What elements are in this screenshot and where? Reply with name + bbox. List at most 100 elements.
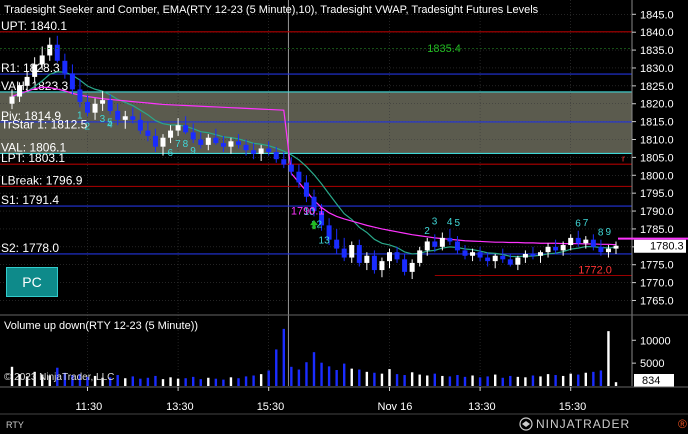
- volume-bar: [131, 376, 134, 386]
- volume-bar: [207, 377, 210, 386]
- price-tick-label: 1845.0: [640, 9, 674, 21]
- price-tick-label: 1815.0: [640, 117, 674, 129]
- volume-bar: [184, 378, 187, 386]
- volume-bar: [554, 375, 557, 386]
- price-tick-label: 1785.0: [640, 224, 674, 236]
- volume-bar: [546, 374, 550, 386]
- volume-bar: [350, 368, 353, 386]
- price-tick-label: 1810.0: [640, 135, 674, 147]
- seeker-count: 6: [168, 148, 174, 159]
- seeker-count: 5: [107, 117, 113, 128]
- price-chart[interactable]: UPT: 1840.1R1: 1828.3VAH: 1823.3Piv: 181…: [0, 0, 688, 434]
- symbol-label: RTY: [6, 420, 24, 430]
- price-tick-label: 1790.0: [640, 206, 674, 218]
- candle-body: [553, 246, 559, 251]
- level-label: S2: 1778.0: [1, 241, 59, 255]
- price-tick-label: 1825.0: [640, 81, 674, 93]
- candle-body: [9, 96, 15, 104]
- candle-body: [349, 245, 355, 258]
- chart-title: Tradesight Seeker and Comber, EMA(RTY 12…: [4, 4, 539, 16]
- volume-bar: [222, 379, 225, 386]
- volume-bar: [388, 369, 391, 386]
- candle-body: [515, 257, 521, 265]
- candle-body: [47, 44, 53, 56]
- level-end-mark: r: [622, 154, 625, 164]
- candle-body: [258, 148, 264, 154]
- volume-bar: [509, 375, 512, 386]
- volume-bar: [539, 376, 542, 386]
- candle-body: [168, 130, 174, 138]
- volume-bar: [456, 375, 459, 386]
- volume-bar: [592, 371, 595, 386]
- time-tick-label: Nov 16: [378, 401, 413, 413]
- volume-bar: [463, 376, 467, 386]
- volume-bar: [501, 377, 504, 386]
- candle-body: [296, 171, 302, 183]
- seeker-count: 5: [454, 218, 460, 229]
- candle-body: [77, 89, 83, 102]
- candle-body: [439, 237, 445, 247]
- volume-bar: [252, 375, 255, 386]
- volume-tick-label: 10000: [640, 335, 671, 347]
- candle-body: [334, 239, 340, 249]
- candle-body: [575, 237, 581, 244]
- volume-bar: [614, 382, 618, 386]
- candle-body: [379, 261, 385, 271]
- candle-body: [492, 255, 498, 262]
- candle-body: [470, 252, 476, 256]
- volume-bar: [569, 373, 572, 386]
- candle-body: [364, 255, 370, 263]
- volume-bar: [214, 378, 218, 386]
- volume-bar: [365, 371, 369, 386]
- volume-bar: [418, 374, 421, 386]
- volume-bar: [154, 375, 157, 386]
- candle-body: [107, 100, 113, 111]
- volume-bar: [282, 328, 285, 386]
- volume-bar: [267, 370, 270, 386]
- candle-body: [447, 237, 453, 242]
- time-tick-label: 11:30: [76, 401, 103, 413]
- candle-body: [24, 76, 30, 86]
- price-tick-label: 1775.0: [640, 260, 674, 272]
- candle-body: [341, 248, 347, 258]
- price-tick-label: 1830.0: [640, 63, 674, 75]
- candle-body: [356, 245, 362, 263]
- volume-bar: [607, 331, 610, 386]
- volume-bar: [199, 379, 202, 386]
- candle-body: [288, 164, 294, 172]
- candle-body: [92, 103, 98, 113]
- candle-body: [183, 125, 189, 133]
- candle-body: [530, 253, 536, 256]
- candle-body: [85, 101, 90, 113]
- seeker-count: 3: [100, 114, 106, 125]
- volume-bar: [426, 375, 429, 386]
- seeker-count: 6: [575, 219, 581, 230]
- candle-body: [417, 250, 423, 263]
- candle-body: [485, 257, 491, 262]
- price-tick-label: 1765.0: [640, 295, 674, 307]
- candle-body: [500, 255, 506, 260]
- time-tick-label: 13:30: [468, 401, 496, 413]
- seeker-count: 8: [183, 139, 189, 150]
- candle-body: [454, 241, 460, 251]
- candle-body: [122, 116, 128, 120]
- volume-bar: [395, 374, 399, 386]
- candle-body: [507, 259, 513, 265]
- candle-body: [130, 116, 136, 120]
- candle-body: [32, 64, 38, 77]
- candle-body: [583, 239, 589, 244]
- candle-body: [228, 141, 234, 147]
- volume-bar: [244, 376, 248, 386]
- candle-body: [266, 148, 272, 153]
- volume-bar: [229, 377, 233, 386]
- level-label: LBreak: 1796.9: [1, 173, 83, 187]
- volume-bar: [116, 375, 119, 386]
- seeker-count: 8: [598, 228, 604, 239]
- candle-body: [145, 130, 151, 136]
- time-tick-label: 15:30: [559, 401, 587, 413]
- seeker-count: 7: [175, 139, 181, 150]
- volume-bar: [584, 372, 587, 386]
- pc-button[interactable]: PC: [6, 267, 58, 297]
- volume-bar: [275, 349, 278, 386]
- volume-bar: [192, 376, 195, 386]
